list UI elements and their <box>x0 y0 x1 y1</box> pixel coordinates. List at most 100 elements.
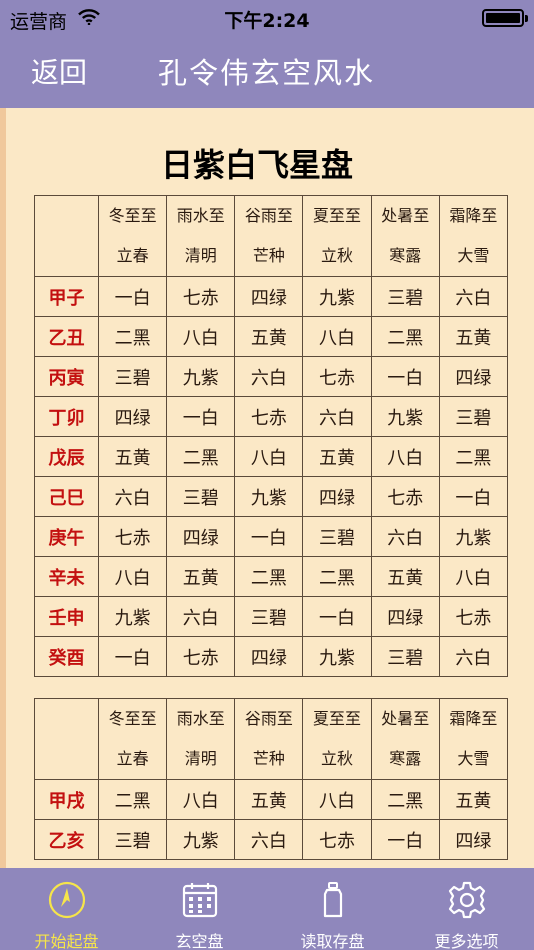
star-cell: 八白 <box>370 436 440 477</box>
star-cell: 九紫 <box>234 476 304 517</box>
star-cell: 五黄 <box>370 556 440 597</box>
star-cell: 八白 <box>302 779 372 820</box>
star-cell: 一白 <box>166 396 236 437</box>
compass-icon <box>48 881 86 919</box>
scroll-content[interactable]: 日紫白飞星盘 冬至至 立春 雨水至 清明 谷雨至 芒种 夏至至 立秋 处暑至 寒露 霜降至 大雪 甲子一… <box>6 108 508 868</box>
solar-term-start: 冬至至 <box>108 709 157 728</box>
star-cell: 六白 <box>438 636 508 677</box>
star-cell: 五黄 <box>438 316 508 357</box>
table-row: 庚午 七赤 四绿 一白 三碧 六白 九紫 <box>34 516 508 557</box>
star-cell: 七赤 <box>370 476 440 517</box>
solar-term-end: 寒露 <box>389 246 422 265</box>
tab-start-chart[interactable]: 开始起盘 <box>0 868 133 950</box>
solar-term-header: 处暑至 寒露 <box>370 698 440 780</box>
day-stem-branch: 丁卯 <box>34 396 99 437</box>
table-header-row: 冬至至 立春 雨水至 清明 谷雨至 芒种 夏至至 立秋 处暑至 寒露 霜降至 大雪 <box>34 195 508 277</box>
table-row: 壬申 九紫 六白 三碧 一白 四绿 七赤 <box>34 596 508 637</box>
tab-label: 玄空盘 <box>175 932 224 950</box>
star-cell: 七赤 <box>438 596 508 637</box>
status-bar: 运营商 下午2:24 <box>0 0 534 36</box>
star-cell: 七赤 <box>166 636 236 677</box>
table-row: 乙亥 三碧 九紫 六白 七赤 一白 四绿 <box>34 819 508 860</box>
day-stem-branch: 乙丑 <box>34 316 99 357</box>
day-stem-branch: 壬申 <box>34 596 99 637</box>
battery-icon <box>482 9 528 27</box>
star-cell: 五黄 <box>166 556 236 597</box>
table-corner-cell <box>34 195 99 277</box>
star-cell: 三碧 <box>438 396 508 437</box>
star-cell: 八白 <box>97 556 168 597</box>
solar-term-header: 雨水至 清明 <box>166 195 236 277</box>
star-cell: 三碧 <box>370 636 440 677</box>
star-cell: 三碧 <box>302 516 372 557</box>
star-cell: 九紫 <box>166 356 236 397</box>
star-cell: 五黄 <box>302 436 372 477</box>
star-cell: 一白 <box>370 356 440 397</box>
star-cell: 四绿 <box>234 276 304 317</box>
tab-load-saved[interactable]: 读取存盘 <box>266 868 399 950</box>
back-button[interactable]: 返回 <box>31 51 87 91</box>
star-cell: 五黄 <box>438 779 508 820</box>
day-stem-branch: 甲子 <box>34 276 99 317</box>
star-cell: 九紫 <box>166 819 236 860</box>
table-corner-cell <box>34 698 99 780</box>
star-cell: 二黑 <box>97 779 168 820</box>
day-stem-branch: 辛未 <box>34 556 99 597</box>
solar-term-header: 谷雨至 芒种 <box>234 698 304 780</box>
star-cell: 六白 <box>438 276 508 317</box>
star-cell: 六白 <box>97 476 168 517</box>
star-cell: 七赤 <box>302 356 372 397</box>
table-header-row: 冬至至 立春 雨水至 清明 谷雨至 芒种 夏至至 立秋 处暑至 寒露 霜降至 大雪 <box>34 698 508 780</box>
day-stem-branch: 乙亥 <box>34 819 99 860</box>
star-cell: 一白 <box>302 596 372 637</box>
star-cell: 三碧 <box>370 276 440 317</box>
star-cell: 九紫 <box>438 516 508 557</box>
solar-term-header: 冬至至 立春 <box>97 698 168 780</box>
tab-more-options[interactable]: 更多选项 <box>400 868 533 950</box>
tab-xuankong-chart[interactable]: 玄空盘 <box>133 868 266 950</box>
star-cell: 九紫 <box>302 276 372 317</box>
solar-term-header: 雨水至 清明 <box>166 698 236 780</box>
table-row: 甲子 一白 七赤 四绿 九紫 三碧 六白 <box>34 276 508 317</box>
solar-term-end: 寒露 <box>389 749 422 768</box>
star-cell: 二黑 <box>370 779 440 820</box>
star-cell: 二黑 <box>302 556 372 597</box>
solar-term-header: 霜降至 大雪 <box>438 698 508 780</box>
table-row: 丁卯 四绿 一白 七赤 六白 九紫 三碧 <box>34 396 508 437</box>
star-cell: 六白 <box>234 819 304 860</box>
star-cell: 六白 <box>302 396 372 437</box>
day-stem-branch: 甲戌 <box>34 779 99 820</box>
star-cell: 五黄 <box>97 436 168 477</box>
star-cell: 七赤 <box>97 516 168 557</box>
solar-term-header: 冬至至 立春 <box>97 195 168 277</box>
solar-term-header: 处暑至 寒露 <box>370 195 440 277</box>
star-cell: 六白 <box>234 356 304 397</box>
solar-term-end: 清明 <box>184 749 217 768</box>
solar-term-start: 霜降至 <box>449 709 498 728</box>
table-row: 甲戌 二黑 八白 五黄 八白 二黑 五黄 <box>34 779 508 820</box>
star-cell: 二黑 <box>166 436 236 477</box>
star-cell: 一白 <box>234 516 304 557</box>
solar-term-start: 夏至至 <box>313 206 362 225</box>
star-cell: 九紫 <box>97 596 168 637</box>
star-cell: 四绿 <box>234 636 304 677</box>
star-cell: 四绿 <box>302 476 372 517</box>
solar-term-start: 霜降至 <box>449 206 498 225</box>
solar-term-start: 雨水至 <box>176 206 225 225</box>
nav-title: 孔令伟玄空风水 <box>158 56 376 90</box>
flying-star-table-1: 冬至至 立春 雨水至 清明 谷雨至 芒种 夏至至 立秋 处暑至 寒露 霜降至 大雪 甲子 一白 七赤 四绿 九紫… <box>34 195 508 677</box>
table-row: 癸酉 一白 七赤 四绿 九紫 三碧 六白 <box>34 636 508 677</box>
table-row: 丙寅 三碧 九紫 六白 七赤 一白 四绿 <box>34 356 508 397</box>
star-cell: 二黑 <box>438 436 508 477</box>
star-cell: 六白 <box>370 516 440 557</box>
star-cell: 六白 <box>166 596 236 637</box>
page-title: 日紫白飞星盘 <box>160 146 353 184</box>
day-stem-branch: 丙寅 <box>34 356 99 397</box>
table-row: 戊辰 五黄 二黑 八白 五黄 八白 二黑 <box>34 436 508 477</box>
star-cell: 二黑 <box>97 316 168 357</box>
tab-label: 更多选项 <box>434 932 499 950</box>
star-cell: 三碧 <box>97 356 168 397</box>
star-cell: 一白 <box>438 476 508 517</box>
solar-term-end: 大雪 <box>457 749 490 768</box>
star-cell: 七赤 <box>234 396 304 437</box>
